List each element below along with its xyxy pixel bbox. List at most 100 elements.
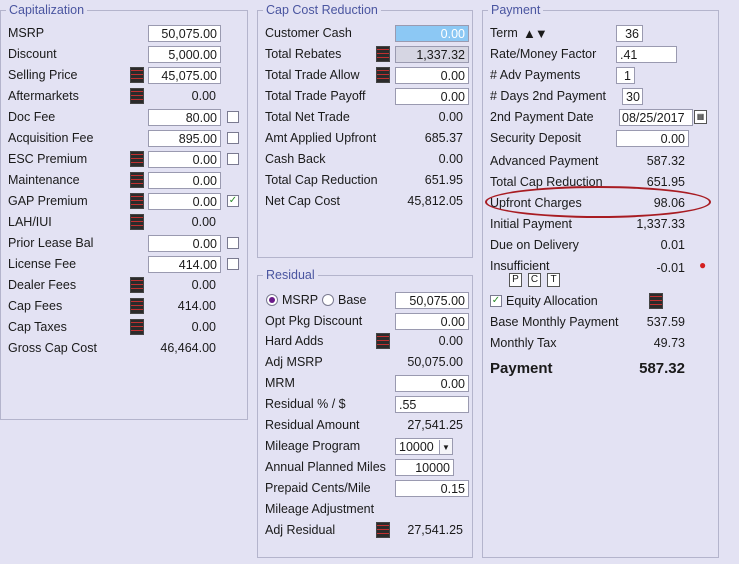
dealer-fees-row: Dealer Fees 0.00 <box>1 277 247 294</box>
prepaid-cents-mile-row: Prepaid Cents/Mile 0.15 <box>258 480 472 497</box>
advanced-payment-label: Advanced Payment <box>490 154 599 168</box>
total-cap-reduction-label: Total Cap Reduction <box>265 173 378 187</box>
maintenance-input[interactable]: 0.00 <box>148 172 221 189</box>
gap-premium-checkbox[interactable]: ✓ <box>227 195 239 207</box>
mileage-adjustment-row: Mileage Adjustment <box>258 501 472 518</box>
cap-fees-value: 414.00 <box>177 299 216 313</box>
residual-pct-input[interactable]: .55 <box>395 396 469 413</box>
msrp-label: MSRP <box>8 26 45 40</box>
discount-input[interactable]: 5,000.00 <box>148 46 221 63</box>
mrm-input[interactable]: 0.00 <box>395 375 469 392</box>
customer-cash-input[interactable]: 0.00 <box>395 25 469 42</box>
esc-premium-input[interactable]: 0.00 <box>148 151 221 168</box>
insufficient-label: Insufficient <box>490 259 550 273</box>
base-radio[interactable] <box>322 294 334 306</box>
prior-lease-bal-checkbox[interactable] <box>227 237 239 249</box>
gap-premium-input[interactable]: 0.00 <box>148 193 221 210</box>
esc-premium-checkbox[interactable] <box>227 153 239 165</box>
second-payment-date-input[interactable]: 08/25/2017 <box>619 109 693 126</box>
initial-payment-value: 1,337.33 <box>636 217 685 231</box>
acquisition-fee-checkbox[interactable] <box>227 132 239 144</box>
doc-fee-input[interactable]: 80.00 <box>148 109 221 126</box>
total-trade-payoff-label: Total Trade Payoff <box>265 89 366 103</box>
prepaid-cents-mile-input[interactable]: 0.15 <box>395 480 469 497</box>
days-2nd-payment-input[interactable]: 30 <box>622 88 643 105</box>
total-rebates-calculator-icon[interactable] <box>376 46 390 62</box>
gap-premium-calculator-icon[interactable] <box>130 193 144 209</box>
hard-adds-calculator-icon[interactable] <box>376 333 390 349</box>
license-fee-checkbox[interactable] <box>227 258 239 270</box>
total-cap-reduction-value: 651.95 <box>424 173 463 187</box>
term-input[interactable]: 36 <box>616 25 643 42</box>
residual-pct-label: Residual % / $ <box>265 397 346 411</box>
residual-panel: Residual MSRP Base 50,075.00 Opt Pkg Dis… <box>257 267 473 558</box>
total-trade-payoff-input[interactable]: 0.00 <box>395 88 469 105</box>
residual-base-input[interactable]: 50,075.00 <box>395 292 469 309</box>
security-deposit-input[interactable]: 0.00 <box>616 130 689 147</box>
initial-payment-row: Initial Payment 1,337.33 <box>483 216 718 233</box>
gross-cap-cost-label: Gross Cap Cost <box>8 341 97 355</box>
payment-total-label: Payment <box>490 360 553 377</box>
aftermarkets-calculator-icon[interactable] <box>130 88 144 104</box>
mrm-row: MRM 0.00 <box>258 375 472 392</box>
license-fee-input[interactable]: 414.00 <box>148 256 221 273</box>
equity-allocation-calculator-icon[interactable] <box>649 293 663 309</box>
adv-payments-label: # Adv Payments <box>490 68 581 82</box>
term-row: Term ▲▼ 36 <box>483 25 718 42</box>
total-trade-allow-calculator-icon[interactable] <box>376 67 390 83</box>
monthly-tax-row: Monthly Tax 49.73 <box>483 335 718 352</box>
term-stepper-arrows-icon[interactable]: ▲▼ <box>523 26 548 41</box>
cash-back-row: Cash Back 0.00 <box>258 151 472 168</box>
base-monthly-payment-label: Base Monthly Payment <box>490 315 619 329</box>
residual-title: Residual <box>263 267 318 283</box>
rate-money-factor-input[interactable]: .41 <box>616 46 677 63</box>
msrp-radio[interactable] <box>266 294 278 306</box>
mileage-program-row: Mileage Program 10000 ▼ <box>258 438 472 455</box>
dealer-fees-calculator-icon[interactable] <box>130 277 144 293</box>
selling-price-calculator-icon[interactable] <box>130 67 144 83</box>
calendar-icon[interactable]: ▦ <box>694 110 707 124</box>
amt-applied-upfront-row: Amt Applied Upfront 685.37 <box>258 130 472 147</box>
adj-residual-label: Adj Residual <box>265 523 336 537</box>
adv-payments-row: # Adv Payments 1 <box>483 67 718 84</box>
prior-lease-bal-input[interactable]: 0.00 <box>148 235 221 252</box>
cap-taxes-calculator-icon[interactable] <box>130 319 144 335</box>
maintenance-calculator-icon[interactable] <box>130 172 144 188</box>
opt-pkg-discount-input[interactable]: 0.00 <box>395 313 469 330</box>
discount-label: Discount <box>8 47 57 61</box>
selling-price-row: Selling Price 45,075.00 <box>1 67 247 84</box>
annual-planned-miles-input[interactable]: 10000 <box>395 459 454 476</box>
prior-lease-bal-label: Prior Lease Bal <box>8 236 94 250</box>
adv-payments-input[interactable]: 1 <box>616 67 635 84</box>
mileage-adjustment-label: Mileage Adjustment <box>265 502 375 516</box>
opt-pkg-discount-label: Opt Pkg Discount <box>265 314 363 328</box>
esc-premium-label: ESC Premium <box>8 152 88 166</box>
msrp-input[interactable]: 50,075.00 <box>148 25 221 42</box>
c-button[interactable]: C <box>528 273 541 287</box>
due-on-delivery-value: 0.01 <box>660 238 685 252</box>
equity-allocation-checkbox[interactable]: ✓ <box>490 295 502 307</box>
adj-residual-calculator-icon[interactable] <box>376 522 390 538</box>
aftermarkets-value: 0.00 <box>191 89 216 103</box>
prior-lease-bal-row: Prior Lease Bal 0.00 <box>1 235 247 252</box>
total-rebates-input[interactable]: 1,337.32 <box>395 46 469 63</box>
lah-iui-label: LAH/IUI <box>8 215 52 229</box>
chevron-down-icon[interactable]: ▼ <box>439 440 452 454</box>
monthly-tax-label: Monthly Tax <box>490 336 557 350</box>
mileage-program-value: 10000 <box>399 440 434 454</box>
t-button[interactable]: T <box>547 273 560 287</box>
doc-fee-checkbox[interactable] <box>227 111 239 123</box>
total-trade-allow-input[interactable]: 0.00 <box>395 67 469 84</box>
prepaid-cents-mile-label: Prepaid Cents/Mile <box>265 481 371 495</box>
p-button[interactable]: P <box>509 273 522 287</box>
acquisition-fee-input[interactable]: 895.00 <box>148 130 221 147</box>
pin-icon[interactable]: ● <box>699 258 706 272</box>
esc-premium-calculator-icon[interactable] <box>130 151 144 167</box>
security-deposit-row: Security Deposit 0.00 <box>483 130 718 147</box>
selling-price-input[interactable]: 45,075.00 <box>148 67 221 84</box>
total-rebates-label: Total Rebates <box>265 47 342 61</box>
gross-cap-cost-value: 46,464.00 <box>160 341 216 355</box>
lah-iui-calculator-icon[interactable] <box>130 214 144 230</box>
cap-fees-calculator-icon[interactable] <box>130 298 144 314</box>
mileage-program-select[interactable]: 10000 ▼ <box>395 438 453 455</box>
